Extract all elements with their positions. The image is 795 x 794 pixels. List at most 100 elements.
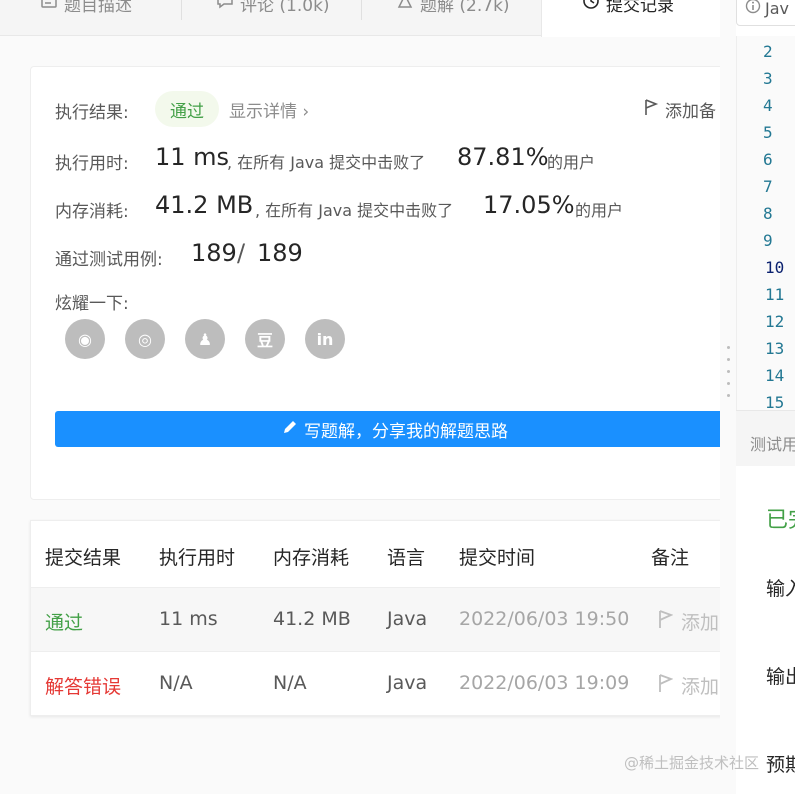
- tab-divider: [181, 0, 182, 20]
- memory-label: 内存消耗:: [55, 202, 129, 222]
- tab-comments-label: 评论 (1.0k): [240, 0, 330, 16]
- flask-icon: [396, 0, 414, 15]
- wechat-icon[interactable]: ◉: [65, 319, 105, 359]
- input-label: 输入: [766, 578, 795, 600]
- submission-memory: N/A: [273, 672, 307, 694]
- chevron-right-icon: ›: [302, 102, 310, 122]
- run-status: 已完: [766, 508, 795, 533]
- memory-suffix: 的用户: [575, 201, 624, 220]
- line-number: 5: [763, 123, 773, 142]
- submission-runtime: N/A: [159, 672, 193, 694]
- line-number: 9: [763, 231, 773, 250]
- submission-language: Java: [387, 672, 428, 694]
- line-number: 12: [765, 312, 785, 331]
- line-number: 8: [763, 204, 773, 223]
- line-number: 6: [763, 150, 773, 169]
- language-select[interactable]: Jav: [736, 0, 795, 26]
- submissions-table: 提交结果 执行用时 内存消耗 语言 提交时间 备注 通过 11 ms 41.2 …: [30, 520, 720, 716]
- drag-dot-icon: [727, 394, 730, 397]
- add-note-button[interactable]: 添加备: [643, 97, 716, 122]
- flag-icon: [657, 673, 674, 698]
- panel-resize-handle[interactable]: [720, 0, 736, 794]
- runtime-percent: 87.81%: [457, 143, 549, 171]
- line-number: 3: [763, 69, 773, 88]
- tab-description[interactable]: 题目描述: [40, 0, 132, 36]
- testcases-separator: /: [237, 239, 246, 267]
- flag-icon: [643, 98, 659, 121]
- table-row[interactable]: 解答错误 N/A N/A Java 2022/06/03 19:09 添加: [31, 651, 720, 715]
- line-number: 13: [765, 339, 785, 358]
- testcases-passed: 189: [191, 239, 237, 267]
- column-header: 执行用时: [159, 547, 236, 569]
- column-header: 提交结果: [45, 547, 122, 569]
- drag-dot-icon: [727, 370, 730, 373]
- testcases-total: 189: [257, 239, 303, 267]
- write-solution-label: 写题解，分享我的解题思路: [304, 421, 508, 442]
- runtime-value: 11 ms: [155, 143, 230, 171]
- output-label: 输出: [766, 666, 795, 688]
- tab-bar: 题目描述 评论 (1.0k) 题解 (2.7k) 提交记录: [0, 0, 720, 37]
- description-icon: [40, 0, 58, 15]
- line-number-current: 10: [765, 258, 785, 277]
- qq-icon[interactable]: ♟: [185, 319, 225, 359]
- share-icons: ◉ ◎ ♟ 豆 in: [65, 319, 345, 359]
- douban-icon[interactable]: 豆: [245, 319, 285, 359]
- memory-value: 41.2 MB: [155, 191, 254, 219]
- testcases-label: 通过测试用例:: [55, 250, 163, 270]
- column-header: 语言: [387, 547, 426, 569]
- show-details-label: 显示详情: [229, 102, 297, 122]
- tab-solutions[interactable]: 题解 (2.7k): [396, 0, 510, 36]
- editor-panel: Jav 2 3 4 5 6 7 8 9 10 11 12 13 14 15 测试…: [736, 0, 795, 794]
- submission-language: Java: [387, 608, 428, 630]
- tab-description-label: 题目描述: [64, 0, 132, 16]
- share-label: 炫耀一下:: [55, 294, 129, 314]
- runtime-text: , 在所有 Java 提交中击败了: [227, 153, 426, 172]
- table-row[interactable]: 通过 11 ms 41.2 MB Java 2022/06/03 19:50 添…: [31, 587, 720, 651]
- watermark: @稀土掘金技术社区: [624, 754, 760, 772]
- tab-solutions-label: 题解 (2.7k): [420, 0, 510, 16]
- flag-icon: [657, 609, 674, 634]
- memory-percent: 17.05%: [483, 191, 575, 219]
- drag-dot-icon: [727, 358, 730, 361]
- submission-time: 2022/06/03 19:09: [459, 672, 630, 694]
- add-note-button[interactable]: 添加: [657, 608, 719, 635]
- memory-text: , 在所有 Java 提交中击败了: [255, 201, 454, 220]
- left-panel: 题目描述 评论 (1.0k) 题解 (2.7k) 提交记录 执行结果: 通过 显…: [0, 0, 720, 794]
- line-number: 2: [763, 42, 773, 61]
- tab-comments[interactable]: 评论 (1.0k): [216, 0, 330, 36]
- show-details-link[interactable]: 显示详情 ›: [229, 97, 309, 122]
- expected-label: 预期: [766, 754, 795, 776]
- line-number: 11: [765, 285, 785, 304]
- linkedin-icon[interactable]: in: [305, 319, 345, 359]
- column-header: 提交时间: [459, 547, 536, 569]
- submission-result[interactable]: 通过: [45, 608, 83, 635]
- runtime-suffix: 的用户: [547, 153, 596, 172]
- status-label: 执行结果:: [55, 103, 129, 123]
- info-icon: [745, 0, 761, 18]
- line-number: 4: [763, 96, 773, 115]
- line-number: 7: [763, 177, 773, 196]
- clock-icon: [582, 0, 600, 15]
- drag-dot-icon: [727, 382, 730, 385]
- add-note-label: 添加: [681, 612, 720, 634]
- language-label: Jav: [765, 0, 789, 18]
- column-header: 内存消耗: [273, 547, 350, 569]
- tab-testcase[interactable]: 测试用: [750, 431, 795, 455]
- code-editor[interactable]: 2 3 4 5 6 7 8 9 10 11 12 13 14 15: [736, 36, 795, 412]
- write-solution-button[interactable]: 写题解，分享我的解题思路: [55, 411, 720, 447]
- drag-dot-icon: [727, 346, 730, 349]
- result-card: 执行结果: 通过 显示详情 › 添加备 执行用时: 11 ms , 在所有 Ja…: [30, 66, 720, 500]
- status-badge: 通过: [155, 91, 219, 127]
- submission-time: 2022/06/03 19:50: [459, 608, 630, 630]
- tab-submissions[interactable]: 提交记录: [541, 0, 720, 37]
- pencil-icon: [282, 419, 298, 440]
- runtime-label: 执行用时:: [55, 154, 129, 174]
- submission-runtime: 11 ms: [159, 608, 218, 630]
- weibo-icon[interactable]: ◎: [125, 319, 165, 359]
- add-note-label: 添加: [681, 676, 720, 698]
- add-note-button[interactable]: 添加: [657, 672, 719, 699]
- comment-icon: [216, 0, 234, 15]
- submission-result[interactable]: 解答错误: [45, 672, 121, 699]
- submission-memory: 41.2 MB: [273, 608, 351, 630]
- add-note-label: 添加备: [665, 102, 716, 122]
